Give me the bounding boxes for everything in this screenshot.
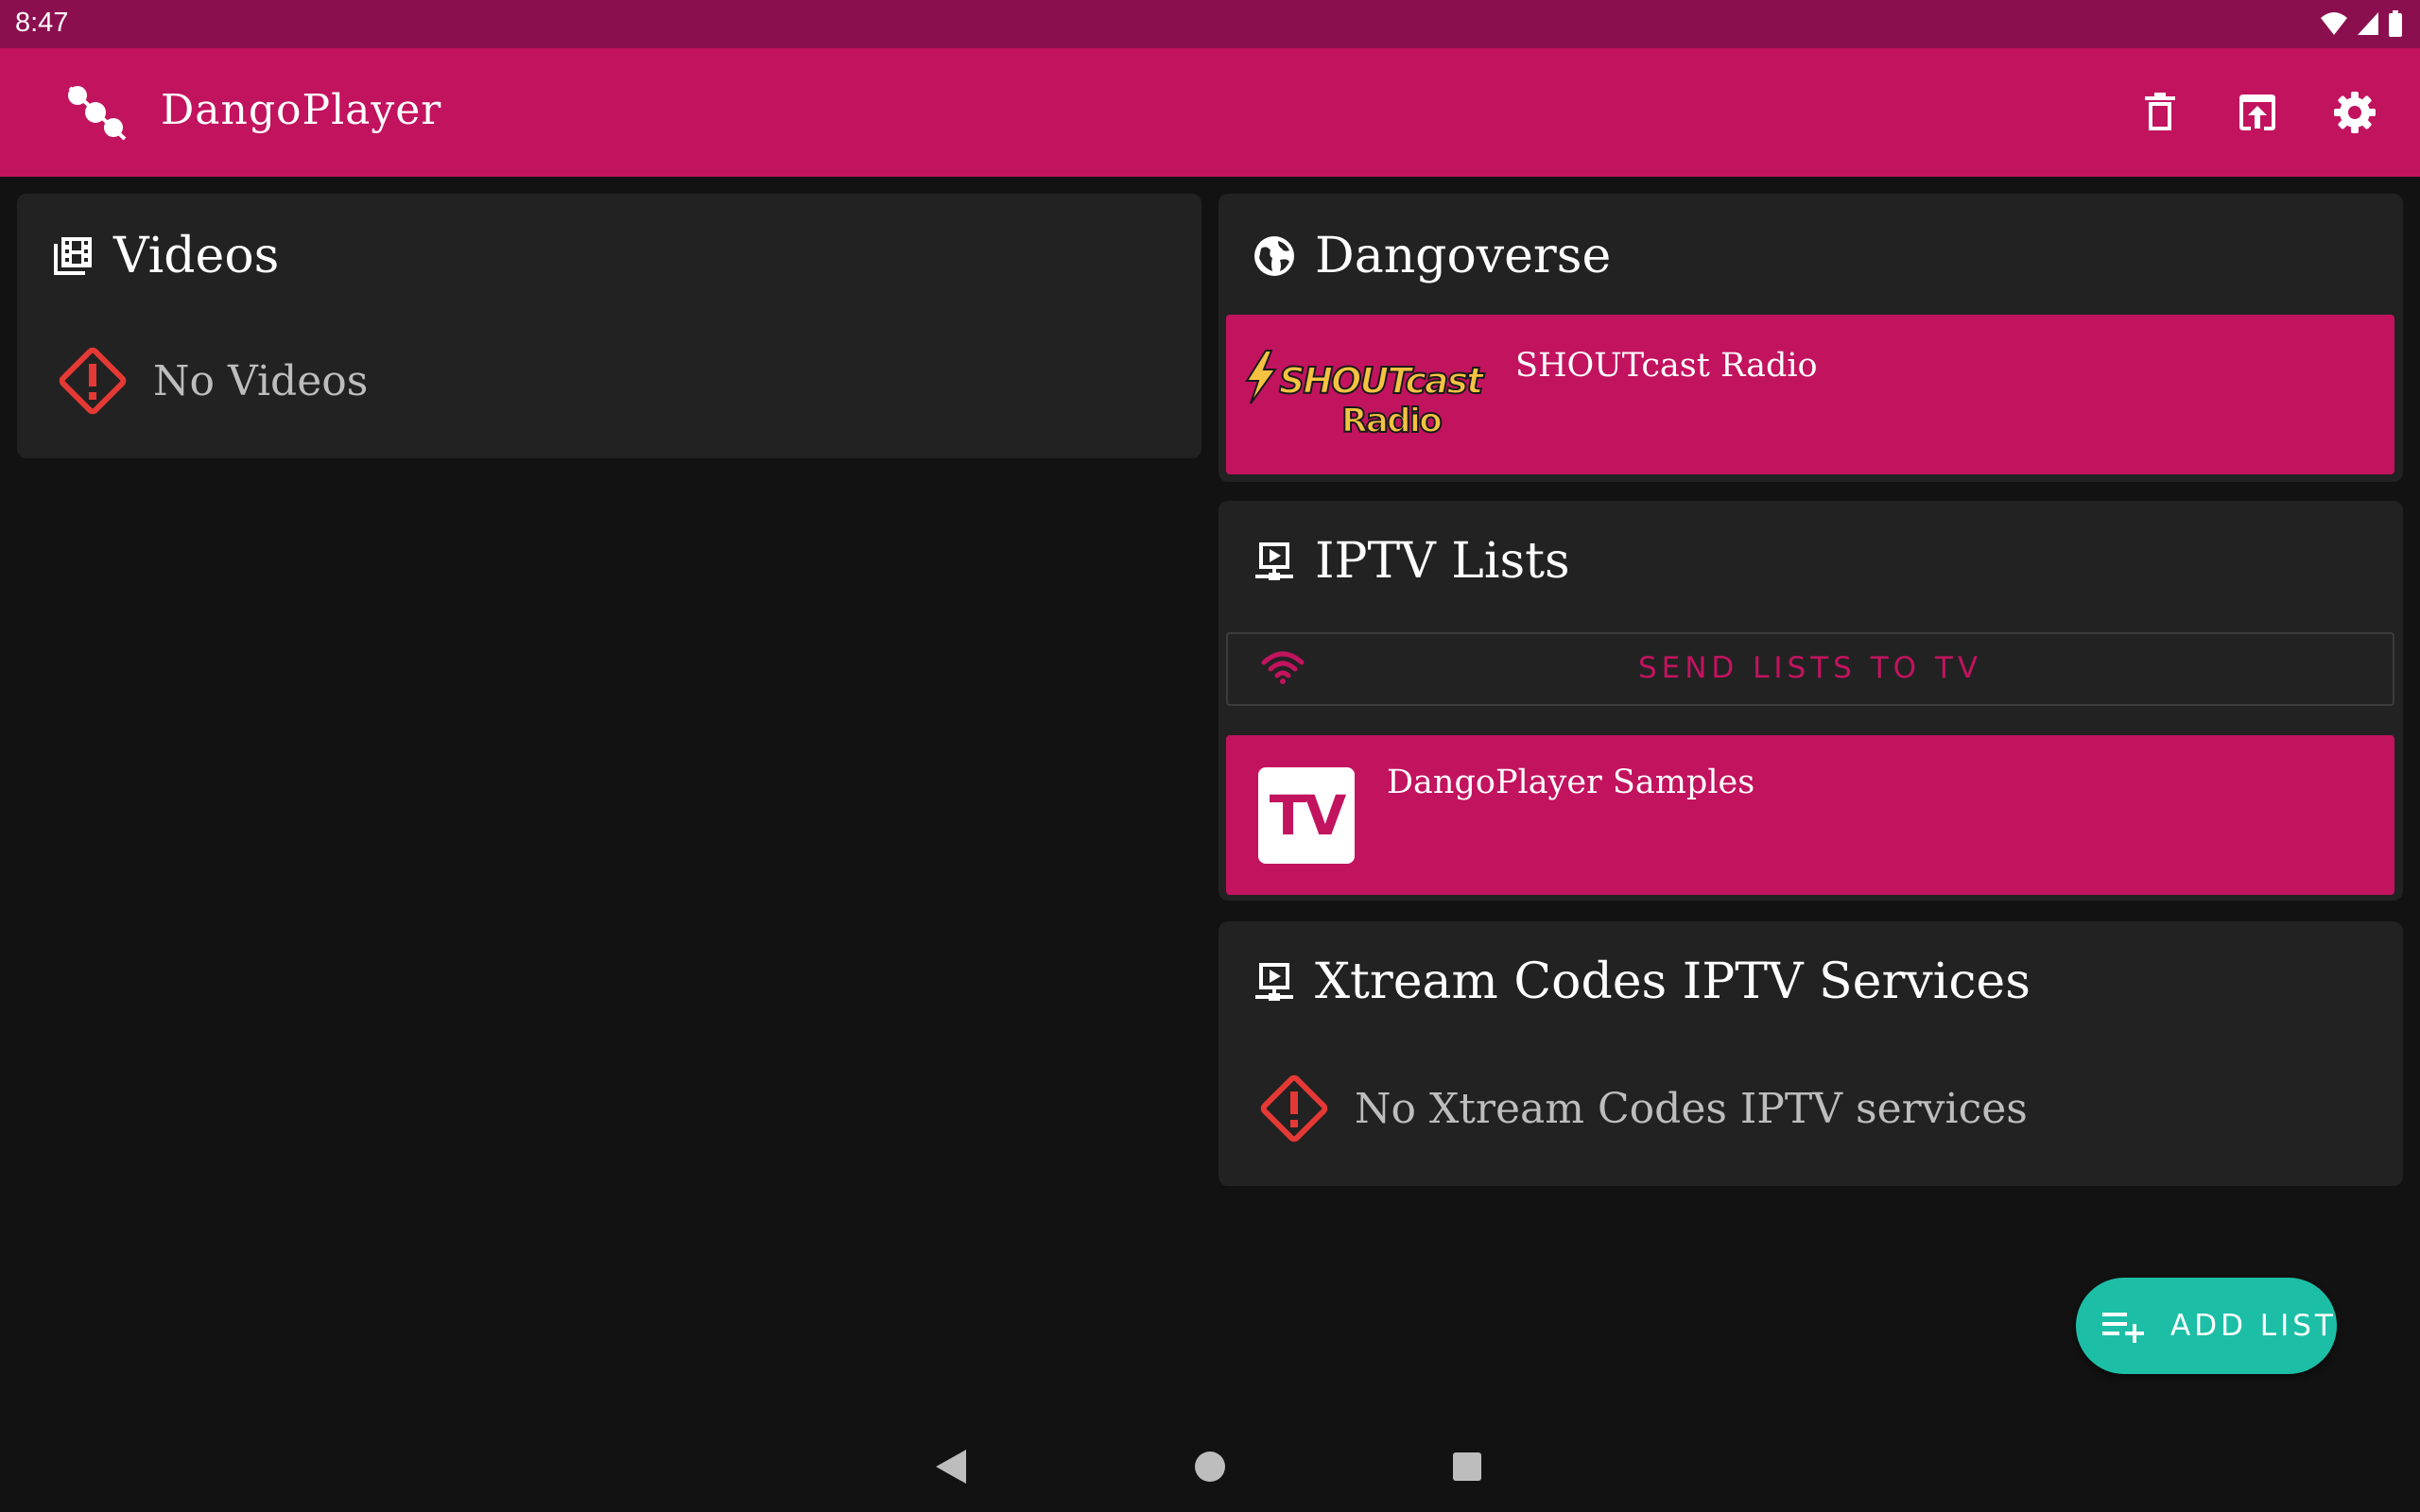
back-triangle-icon	[936, 1450, 966, 1484]
status-bar: 8:47	[0, 0, 2420, 48]
dangoverse-header: Dangoverse	[1253, 228, 1611, 284]
settings-button[interactable]	[2326, 84, 2383, 141]
videos-header: Videos	[51, 228, 279, 284]
xtream-card: Xtream Codes IPTV Services No Xtream Cod…	[1219, 921, 2403, 1186]
tv-logo: TV	[1258, 767, 1355, 864]
warning-icon	[59, 347, 127, 415]
iptv-header: IPTV Lists	[1253, 533, 1570, 590]
tv-logo-text: TV	[1269, 783, 1346, 848]
open-in-new-icon	[2239, 94, 2275, 130]
signal-icon	[2358, 12, 2378, 35]
playlist-add-icon	[2102, 1313, 2144, 1343]
navigation-bar	[0, 1418, 2420, 1512]
lightning-icon	[1245, 350, 1277, 404]
videos-card: Videos No Videos	[17, 194, 1201, 458]
iptv-title: IPTV Lists	[1315, 533, 1570, 590]
dangoverse-title: Dangoverse	[1315, 228, 1612, 284]
xtream-empty-state: No Xtream Codes IPTV services	[1256, 1071, 2028, 1146]
back-button[interactable]	[926, 1442, 976, 1491]
home-button[interactable]	[1185, 1442, 1235, 1491]
shoutcast-logo-line1: SHOUTcast	[1278, 359, 1484, 403]
send-lists-to-tv-button[interactable]: SEND LISTS TO TV	[1226, 632, 2394, 706]
add-list-label: ADD LIST	[2170, 1309, 2337, 1343]
tv-playlist-icon	[1253, 960, 1296, 1004]
trash-icon	[2145, 93, 2175, 130]
videos-empty-state: No Videos	[55, 343, 368, 419]
xtream-empty-text: No Xtream Codes IPTV services	[1355, 1084, 2028, 1133]
recents-button[interactable]	[1443, 1442, 1492, 1491]
warning-icon	[1260, 1074, 1328, 1143]
status-time: 8:47	[15, 8, 69, 38]
send-lists-label: SEND LISTS TO TV	[1637, 651, 1983, 685]
open-external-button[interactable]	[2229, 84, 2286, 141]
shoutcast-logo-line2: Radio	[1340, 401, 1443, 441]
video-library-icon	[51, 234, 95, 278]
globe-icon	[1253, 234, 1296, 278]
shoutcast-radio-item[interactable]: SHOUTcast Radio SHOUTcast Radio	[1226, 315, 2394, 474]
delete-button[interactable]	[2132, 84, 2188, 141]
home-circle-icon	[1195, 1452, 1225, 1482]
recents-square-icon	[1453, 1452, 1481, 1481]
tv-playlist-icon	[1253, 540, 1296, 583]
dangoplayer-samples-label: DangoPlayer Samples	[1387, 764, 1755, 801]
status-icons	[2320, 10, 2403, 37]
xtream-header: Xtream Codes IPTV Services	[1253, 954, 2031, 1010]
shoutcast-radio-label: SHOUTcast Radio	[1515, 347, 1818, 385]
iptv-lists-card: IPTV Lists SEND LISTS TO TV TV DangoPlay…	[1219, 501, 2403, 901]
wifi-icon	[2321, 12, 2347, 35]
app-bar: DangoPlayer	[0, 48, 2420, 177]
add-list-button[interactable]: ADD LIST	[2076, 1278, 2337, 1374]
battery-icon	[2389, 10, 2402, 37]
dangoverse-card: Dangoverse SHOUTcast Radio SHOUTcast Rad…	[1219, 194, 2403, 482]
dango-logo-icon	[64, 84, 130, 143]
videos-empty-text: No Videos	[153, 356, 369, 405]
videos-title: Videos	[113, 228, 280, 284]
app-title: DangoPlayer	[161, 86, 442, 134]
xtream-title: Xtream Codes IPTV Services	[1315, 954, 2031, 1010]
gear-icon	[2334, 92, 2376, 133]
dangoplayer-samples-item[interactable]: TV DangoPlayer Samples	[1226, 735, 2394, 895]
shoutcast-logo: SHOUTcast Radio	[1241, 349, 1496, 443]
